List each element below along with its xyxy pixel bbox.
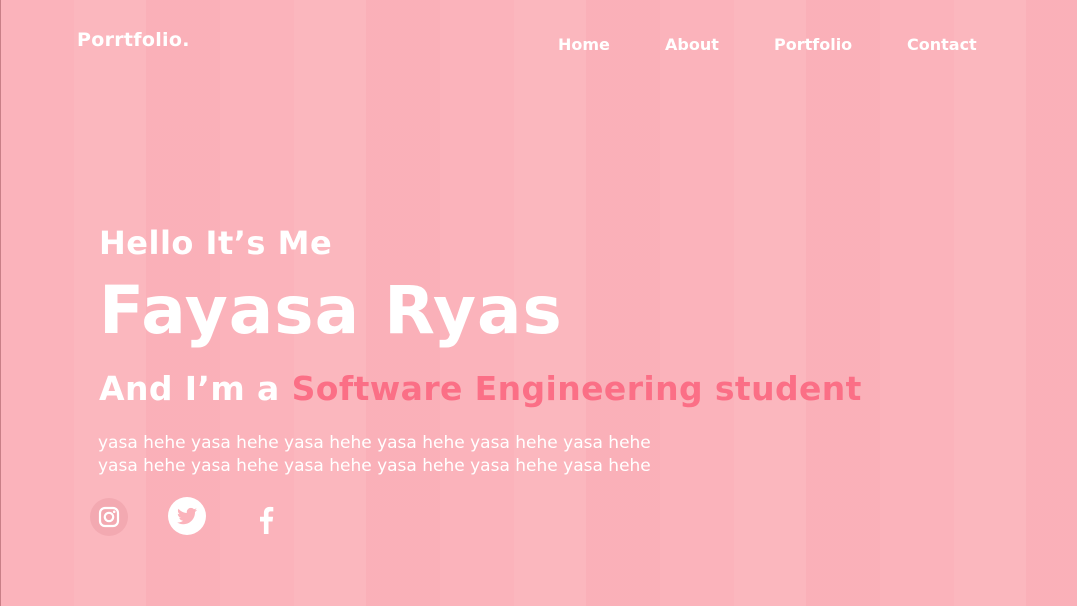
- facebook-icon: [260, 506, 274, 534]
- nav-link-home[interactable]: Home: [558, 35, 665, 54]
- page-left-border: [0, 0, 1, 606]
- main-nav: Home About Portfolio Contact: [558, 35, 987, 54]
- nav-link-about[interactable]: About: [665, 35, 774, 54]
- instagram-link[interactable]: [90, 498, 128, 536]
- hero-role-highlight: Software Engineering student: [291, 369, 862, 408]
- facebook-link[interactable]: [248, 501, 286, 539]
- twitter-link[interactable]: [168, 497, 206, 535]
- nav-link-contact[interactable]: Contact: [907, 35, 987, 54]
- hero-greeting: Hello It’s Me: [99, 224, 333, 262]
- social-links: [90, 497, 310, 539]
- site-logo[interactable]: Porrtfolio.: [77, 29, 190, 51]
- twitter-icon: [177, 507, 197, 525]
- instagram-icon: [98, 506, 120, 528]
- hero-bio: yasa hehe yasa hehe yasa hehe yasa hehe …: [98, 433, 651, 476]
- nav-link-portfolio[interactable]: Portfolio: [774, 35, 907, 54]
- hero-role-prefix: And I’m a: [99, 369, 292, 408]
- hero-role: And I’m a Software Engineering student: [99, 369, 862, 408]
- hero-name: Fayasa Ryas: [99, 272, 563, 349]
